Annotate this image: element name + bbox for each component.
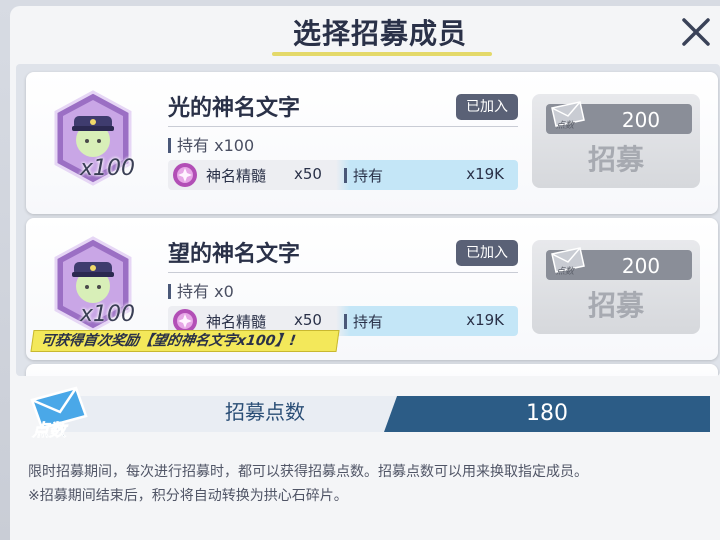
recruit-points-bar: 招募点数 180 点数 — [30, 386, 710, 440]
dialog-title: 选择招募成员 — [292, 17, 467, 50]
joined-badge: 已加入 — [456, 94, 518, 120]
recruit-button[interactable]: 点数 200 招募 — [532, 240, 700, 334]
recruit-label: 招募 — [587, 143, 644, 176]
cost-bar: 点数 200 — [546, 101, 692, 134]
recruit-button[interactable]: 点数 200 招募 — [532, 94, 700, 188]
points-envelope-icon: 点数 — [551, 101, 585, 131]
portrait-quantity: x100 — [80, 156, 136, 181]
first-reward-banner: 可获得首次奖励【望的神名文字x100】! — [30, 330, 340, 352]
joined-badge: 已加入 — [456, 240, 518, 266]
divider — [168, 272, 518, 273]
cost-bar: 点数 200 — [546, 247, 692, 280]
recruit-cost: 200 — [621, 254, 661, 278]
svg-text:点数: 点数 — [556, 120, 575, 131]
points-envelope-icon: 点数 — [30, 386, 88, 440]
member-portrait: x100 — [48, 88, 138, 198]
material-name: 神名精髓 — [206, 167, 267, 185]
material-row: 神名精髓 x50 持有 x19K — [168, 160, 518, 190]
member-name: 望的神名文字 — [168, 242, 301, 267]
owned-count: 持有 x100 — [168, 132, 254, 156]
member-name: 光的神名文字 — [168, 96, 301, 121]
material-cost: x50 — [294, 311, 322, 329]
points-value: 180 — [526, 401, 568, 426]
close-icon — [682, 18, 710, 46]
member-portrait: x100 — [48, 234, 138, 344]
svg-text:点数: 点数 — [556, 266, 575, 277]
member-card: x100 望的神名文字 已加入 持有 x0 神名精髓 x50 持有 x19K 点… — [26, 218, 718, 360]
material-name: 神名精髓 — [206, 313, 267, 331]
owned-count: 持有 x0 — [168, 278, 234, 302]
divider — [168, 126, 518, 127]
description-line: ※招募期间结束后，积分将自动转换为拱心石碎片。 — [28, 488, 348, 504]
close-button[interactable] — [678, 14, 714, 50]
member-card — [26, 364, 718, 376]
svg-text:点数: 点数 — [31, 421, 69, 440]
member-list[interactable]: x100 光的神名文字 已加入 持有 x100 神名精髓 x50 持有 x19K… — [16, 64, 720, 376]
material-cost: x50 — [294, 165, 322, 183]
member-card: x100 光的神名文字 已加入 持有 x100 神名精髓 x50 持有 x19K… — [26, 72, 718, 214]
description: 限时招募期间，每次进行招募时，都可以获得招募点数。招募点数可以用来换取指定成员。… — [28, 460, 708, 508]
portrait-quantity: x100 — [80, 302, 136, 327]
material-owned-label: 持有 — [344, 311, 383, 332]
points-envelope-icon: 点数 — [551, 247, 585, 277]
material-owned-value: x19K — [466, 311, 504, 329]
points-value-box: 180 — [384, 396, 710, 432]
recruit-label: 招募 — [587, 289, 644, 322]
essence-icon — [173, 163, 197, 187]
material-owned-value: x19K — [466, 165, 504, 183]
material-owned-label: 持有 — [344, 165, 383, 186]
recruit-cost: 200 — [621, 108, 661, 132]
title-underline — [272, 52, 492, 56]
description-line: 限时招募期间，每次进行招募时，都可以获得招募点数。招募点数可以用来换取指定成员。 — [28, 464, 588, 480]
